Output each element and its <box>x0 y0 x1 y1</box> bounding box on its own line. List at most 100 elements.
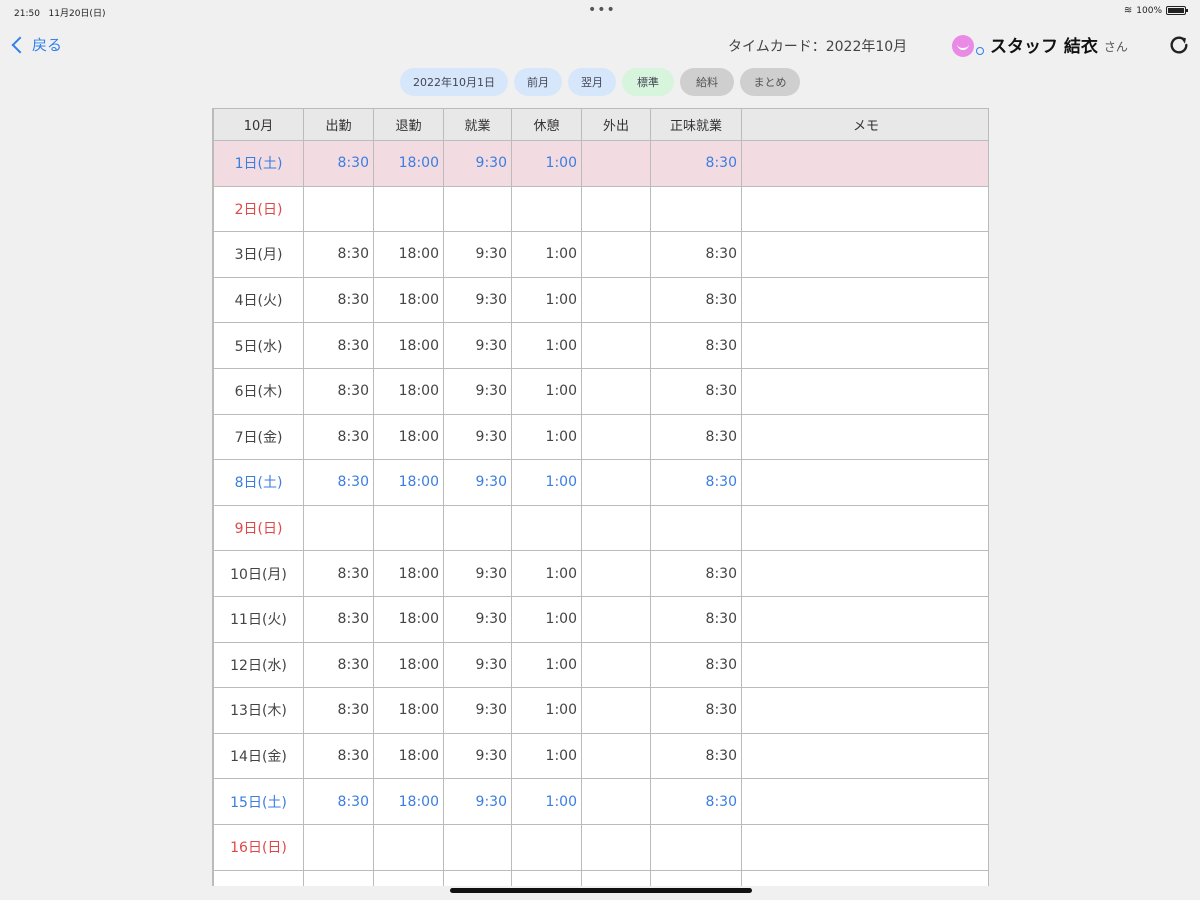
table-cell: 9:30 <box>443 413 512 461</box>
wifi-icon: ≋ <box>1123 5 1133 16</box>
table-row[interactable]: 16日(日) <box>213 823 988 871</box>
table-cell[interactable] <box>741 641 988 689</box>
table-cell <box>443 185 512 233</box>
table-cell <box>581 550 651 597</box>
table-cell[interactable] <box>741 459 988 506</box>
table-cell: 18:00 <box>373 550 444 597</box>
table-cell: 8:30 <box>650 550 742 597</box>
table-cell: 1:00 <box>511 641 582 689</box>
table-row[interactable]: 6日(木) 8:30 18:00 9:30 1:00 8:30 <box>213 367 988 415</box>
header-work: 就業 <box>443 108 512 141</box>
table-cell: 1:00 <box>511 687 582 734</box>
standard-button[interactable]: 標準 <box>622 68 674 96</box>
table-cell[interactable] <box>741 367 988 415</box>
table-cell[interactable] <box>741 276 988 324</box>
table-cell: 1:00 <box>511 595 582 643</box>
table-cell[interactable] <box>741 504 988 552</box>
header-outing: 外出 <box>581 108 651 141</box>
table-row[interactable]: 9日(日) <box>213 504 988 552</box>
day-cell: 8日(土) <box>213 459 304 506</box>
day-cell: 11日(火) <box>213 595 304 643</box>
table-row[interactable]: 15日(土) 8:30 18:00 9:30 1:00 8:30 <box>213 778 988 825</box>
table-cell: 18:00 <box>373 595 444 643</box>
table-row[interactable]: 14日(金) 8:30 18:00 9:30 1:00 8:30 <box>213 732 988 780</box>
table-row[interactable]: 12日(水) 8:30 18:00 9:30 1:00 8:30 <box>213 641 988 689</box>
table-row[interactable] <box>213 869 988 886</box>
summary-button[interactable]: まとめ <box>740 68 800 96</box>
user-info[interactable]: スタッフ 結衣 さん <box>952 32 1128 57</box>
table-cell: 8:30 <box>650 367 742 415</box>
table-cell: 1:00 <box>511 413 582 461</box>
table-row[interactable]: 7日(金) 8:30 18:00 9:30 1:00 8:30 <box>213 413 988 461</box>
table-cell[interactable] <box>741 595 988 643</box>
table-cell: 9:30 <box>443 595 512 643</box>
table-cell[interactable] <box>741 413 988 461</box>
table-cell <box>581 687 651 734</box>
navigation-bar: 戻る タイムカード：2022年10月 スタッフ 結衣 さん <box>0 26 1200 66</box>
table-cell <box>581 823 651 871</box>
table-cell: 1:00 <box>511 231 582 278</box>
table-cell: 1:00 <box>511 322 582 369</box>
table-row[interactable]: 1日(土) 8:30 18:00 9:30 1:00 8:30 <box>213 140 988 187</box>
back-button[interactable]: 戻る <box>10 34 62 55</box>
table-cell: 8:30 <box>650 322 742 369</box>
table-cell <box>581 778 651 825</box>
table-row[interactable]: 13日(木) 8:30 18:00 9:30 1:00 8:30 <box>213 687 988 734</box>
day-cell: 10日(月) <box>213 550 304 597</box>
table-cell <box>443 504 512 552</box>
header-net-work: 正味就業 <box>650 108 742 141</box>
table-cell[interactable] <box>741 687 988 734</box>
day-cell: 2日(日) <box>213 185 304 233</box>
table-cell: 8:30 <box>303 595 374 643</box>
table-row[interactable]: 8日(土) 8:30 18:00 9:30 1:00 8:30 <box>213 459 988 506</box>
timecard-table-container[interactable]: 10月 出勤 退勤 就業 休憩 外出 正味就業 メモ 1日(土) 8:30 18:0… <box>212 108 989 886</box>
table-cell[interactable] <box>741 550 988 597</box>
prev-month-button[interactable]: 前月 <box>514 68 562 96</box>
battery-percent: 100% <box>1136 5 1162 16</box>
table-cell: 8:30 <box>303 550 374 597</box>
table-cell <box>373 823 444 871</box>
table-cell[interactable] <box>741 732 988 780</box>
table-cell[interactable] <box>741 322 988 369</box>
table-cell[interactable] <box>741 778 988 825</box>
date-button[interactable]: 2022年10月1日 <box>400 68 508 96</box>
table-header-row: 10月 出勤 退勤 就業 休憩 外出 正味就業 メモ <box>213 108 988 141</box>
multitask-dots-icon[interactable]: ••• <box>588 2 616 18</box>
table-cell: 8:30 <box>303 276 374 324</box>
salary-button[interactable]: 給料 <box>680 68 734 96</box>
table-row[interactable]: 2日(日) <box>213 185 988 233</box>
table-cell: 18:00 <box>373 231 444 278</box>
table-cell[interactable] <box>741 869 988 886</box>
table-cell: 8:30 <box>650 595 742 643</box>
table-cell <box>581 276 651 324</box>
avatar-icon <box>952 35 974 57</box>
refresh-icon[interactable] <box>1168 34 1190 56</box>
table-cell <box>581 504 651 552</box>
table-cell <box>303 823 374 871</box>
table-cell: 8:30 <box>650 687 742 734</box>
table-cell <box>650 869 742 886</box>
table-cell: 18:00 <box>373 276 444 324</box>
table-row[interactable]: 4日(火) 8:30 18:00 9:30 1:00 8:30 <box>213 276 988 324</box>
table-cell: 8:30 <box>650 732 742 780</box>
table-cell: 8:30 <box>650 459 742 506</box>
table-cell: 9:30 <box>443 276 512 324</box>
table-row[interactable]: 5日(水) 8:30 18:00 9:30 1:00 8:30 <box>213 322 988 369</box>
table-cell[interactable] <box>741 823 988 871</box>
table-row[interactable]: 3日(月) 8:30 18:00 9:30 1:00 8:30 <box>213 231 988 278</box>
table-row[interactable]: 10日(月) 8:30 18:00 9:30 1:00 8:30 <box>213 550 988 597</box>
home-indicator[interactable] <box>450 888 752 893</box>
next-month-button[interactable]: 翌月 <box>568 68 616 96</box>
table-cell: 8:30 <box>303 687 374 734</box>
day-cell: 7日(金) <box>213 413 304 461</box>
table-cell[interactable] <box>741 185 988 233</box>
table-cell[interactable] <box>741 231 988 278</box>
table-cell[interactable] <box>741 140 988 187</box>
table-row[interactable]: 11日(火) 8:30 18:00 9:30 1:00 8:30 <box>213 595 988 643</box>
header-clock-out: 退勤 <box>373 108 444 141</box>
table-cell: 18:00 <box>373 732 444 780</box>
day-cell: 9日(日) <box>213 504 304 552</box>
day-cell <box>213 869 304 886</box>
table-cell: 18:00 <box>373 140 444 187</box>
table-cell <box>581 367 651 415</box>
